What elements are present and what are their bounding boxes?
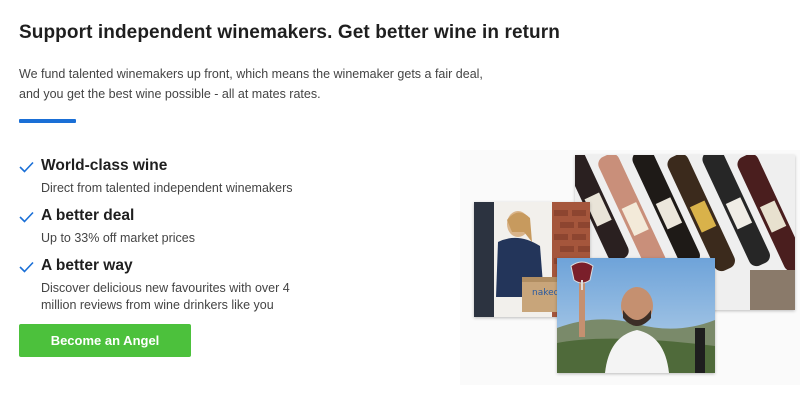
page-headline: Support independent winemakers. Get bett… xyxy=(19,22,560,43)
intro-text: We fund talented winemakers up front, wh… xyxy=(19,67,483,101)
man-toasting-photo xyxy=(557,258,715,373)
checkmark-icon xyxy=(19,211,34,223)
feature-description: Discover delicious new favourites with o… xyxy=(41,281,290,312)
checkmark-icon xyxy=(19,261,34,273)
feature-description: Direct from talented independent winemak… xyxy=(41,181,293,195)
feature-title: A better way xyxy=(41,257,133,274)
feature-item-better-deal: A better deal Up to 33% off market price… xyxy=(19,206,319,256)
feature-item-better-way: A better way Discover delicious new favo… xyxy=(19,256,319,316)
become-angel-button[interactable]: Become an Angel xyxy=(19,324,191,357)
photo-collage: naked xyxy=(460,150,800,385)
feature-item-world-class-wine: World-class wine Direct from talented in… xyxy=(19,156,319,206)
feature-description: Up to 33% off market prices xyxy=(41,231,196,245)
accent-divider xyxy=(19,119,76,123)
checkmark-icon xyxy=(19,161,34,173)
feature-title: A better deal xyxy=(41,207,135,224)
box-brand-label: naked xyxy=(532,288,560,298)
feature-title: World-class wine xyxy=(41,157,168,174)
feature-list: World-class wine Direct from talented in… xyxy=(19,156,319,316)
